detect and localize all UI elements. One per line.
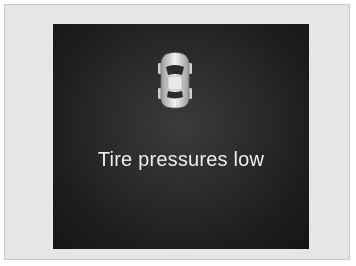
car-top-view-icon bbox=[158, 52, 192, 109]
warning-screen: Tire pressures low bbox=[53, 24, 309, 249]
warning-message: Tire pressures low bbox=[97, 149, 265, 171]
display-frame: Tire pressures low bbox=[4, 4, 350, 260]
